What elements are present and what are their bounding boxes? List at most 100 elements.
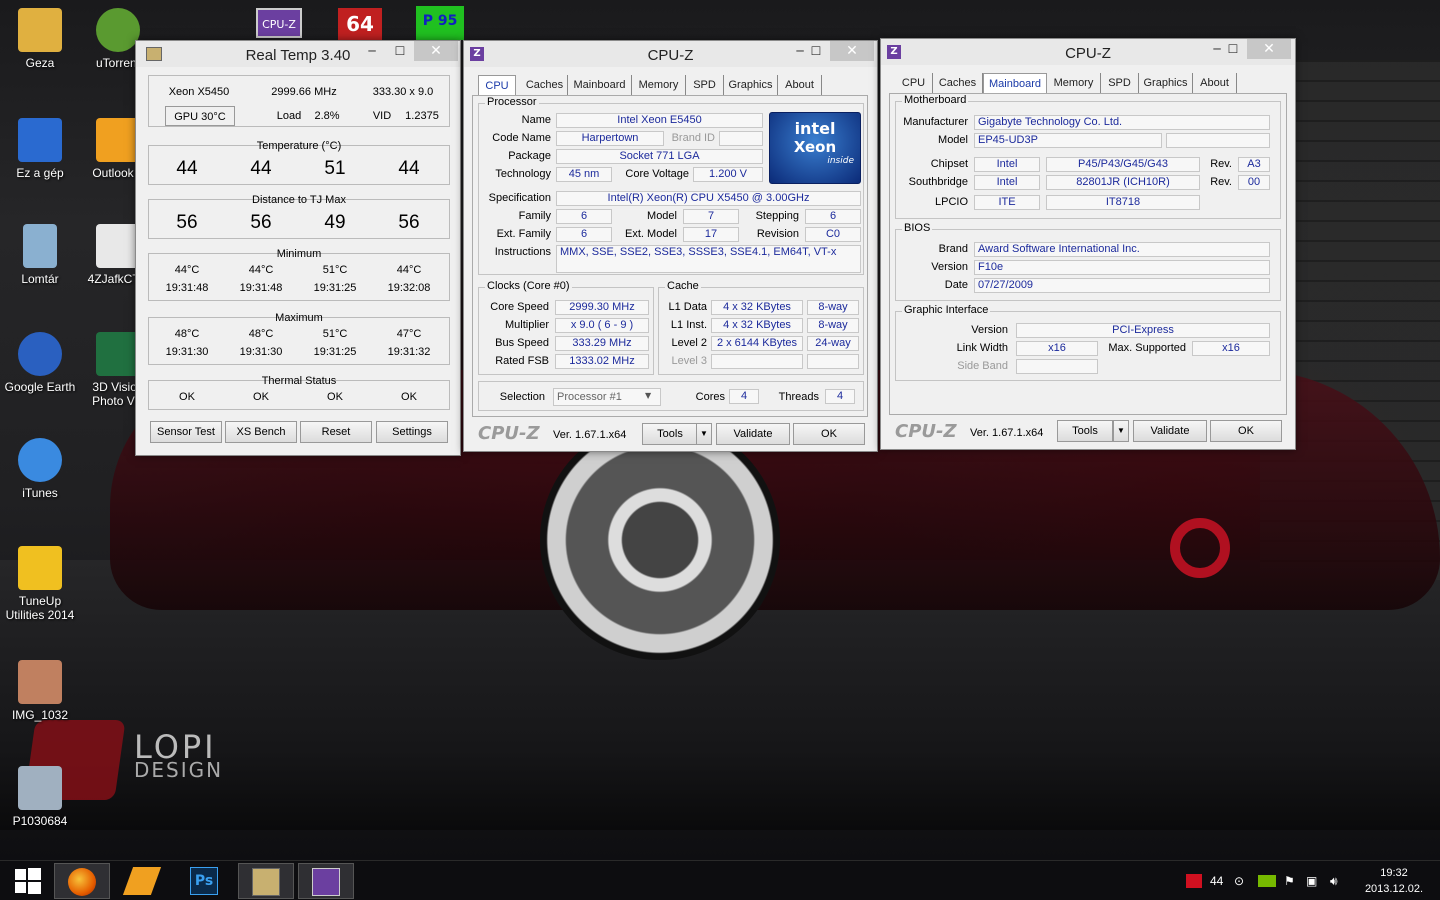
tab-mainboard[interactable]: Mainboard xyxy=(568,75,632,95)
field-label: Version xyxy=(931,261,968,273)
minimize-button[interactable]: ─ xyxy=(358,41,386,61)
tab-spd[interactable]: SPD xyxy=(686,75,724,95)
maximum-title: Maximum xyxy=(275,312,323,324)
core-speed-value: 2999.30 MHz xyxy=(555,300,649,315)
realtemp-titlebar[interactable]: Real Temp 3.40 ─ ☐ ✕ xyxy=(136,41,460,67)
distance-title: Distance to TJ Max xyxy=(252,194,346,206)
link-width-value: x16 xyxy=(1016,341,1098,356)
tray-chevron-icon[interactable]: ⊙ xyxy=(1234,861,1244,900)
model-value: EP45-UD3P xyxy=(974,133,1162,148)
l1-data-value: 4 x 32 KBytes xyxy=(711,300,803,315)
version-label: Ver. 1.67.1.x64 xyxy=(553,429,627,441)
realtemp-tray-icon[interactable] xyxy=(1186,874,1202,888)
core-temp: 44 xyxy=(250,158,272,179)
aida64-desktop-icon[interactable]: 64 xyxy=(338,8,382,40)
tab-mainboard[interactable]: Mainboard xyxy=(983,73,1047,93)
max-temp: 48°C xyxy=(248,328,274,340)
cpuz-titlebar[interactable]: Z CPU-Z ─ ☐ ✕ xyxy=(881,39,1295,65)
stepping-value: 6 xyxy=(805,209,861,224)
tools-dropdown-button[interactable]: ▼ xyxy=(1113,420,1129,442)
desktop-icon-google-earth[interactable]: Google Earth xyxy=(2,332,78,394)
close-button[interactable]: ✕ xyxy=(830,41,874,61)
chevron-down-icon[interactable]: ▼ xyxy=(645,391,651,400)
desktop-icon-geza[interactable]: Geza xyxy=(2,8,78,70)
temperature-title: Temperature (°C) xyxy=(256,140,342,152)
network-icon[interactable]: ▣ xyxy=(1306,861,1317,900)
tools-button[interactable]: Tools xyxy=(642,423,698,445)
min-time: 19:31:48 xyxy=(165,282,209,294)
xs-bench-button[interactable]: XS Bench xyxy=(225,421,297,443)
maximize-button[interactable]: ☐ xyxy=(802,41,830,61)
field-label: Specification xyxy=(488,192,551,204)
family-value: 6 xyxy=(556,209,612,224)
desktop-icon-recycle-bin[interactable]: Lomtár xyxy=(2,224,78,286)
tools-dropdown-button[interactable]: ▼ xyxy=(696,423,712,445)
realtemp-window[interactable]: Real Temp 3.40 ─ ☐ ✕ Xeon X5450 2999.66 … xyxy=(135,40,461,456)
tab-memory[interactable]: Memory xyxy=(632,75,686,95)
desktop-icon-tuneup[interactable]: TuneUp Utilities 2014 xyxy=(2,546,78,622)
tab-cpu[interactable]: CPU xyxy=(895,73,933,93)
validate-button[interactable]: Validate xyxy=(1133,420,1207,442)
tab-caches[interactable]: Caches xyxy=(933,73,983,93)
close-button[interactable]: ✕ xyxy=(1247,39,1291,59)
taskbar-firefox[interactable] xyxy=(54,863,110,899)
field-label: Brand ID xyxy=(671,132,715,144)
gpu-temp-field[interactable]: GPU 30°C xyxy=(165,106,235,126)
tab-about[interactable]: About xyxy=(778,75,822,95)
taskbar-realtemp[interactable] xyxy=(238,863,294,899)
tab-memory[interactable]: Memory xyxy=(1047,73,1101,93)
taskbar-winamp[interactable] xyxy=(114,863,170,899)
desktop-icon-img1032[interactable]: IMG_1032 xyxy=(2,660,78,722)
taskbar-photoshop[interactable]: Ps xyxy=(176,863,232,899)
cpu-mhz: 2999.66 MHz xyxy=(271,86,337,98)
field-label: LPCIO xyxy=(934,196,968,208)
cpuz-mainboard-window[interactable]: Z CPU-Z ─ ☐ ✕ CPU Caches Mainboard Memor… xyxy=(880,38,1296,450)
field-label: Cores xyxy=(695,391,725,403)
tab-cpu[interactable]: CPU xyxy=(478,75,516,95)
min-temp: 44°C xyxy=(396,264,422,276)
thermal-status-value: OK xyxy=(327,391,343,403)
multiplier-value: x 9.0 ( 6 - 9 ) xyxy=(555,318,649,333)
tab-caches[interactable]: Caches xyxy=(522,75,568,95)
start-button[interactable] xyxy=(0,863,56,899)
volume-icon[interactable]: 🔊︎ xyxy=(1330,861,1338,900)
distance-box: Distance to TJ Max 56 56 49 56 xyxy=(148,194,450,239)
reset-button[interactable]: Reset xyxy=(300,421,372,443)
tab-about[interactable]: About xyxy=(1193,73,1237,93)
ext-model-value: 17 xyxy=(683,227,739,242)
tools-button[interactable]: Tools xyxy=(1057,420,1113,442)
maximize-button[interactable]: ☐ xyxy=(1219,39,1247,59)
close-button[interactable]: ✕ xyxy=(414,41,458,61)
desktop-icon-p1030684[interactable]: P1030684 xyxy=(2,766,78,828)
processor-group: Processor Name Intel Xeon E5450 Code Nam… xyxy=(478,96,864,275)
ok-button[interactable]: OK xyxy=(793,423,865,445)
bios-brand-value: Award Software International Inc. xyxy=(974,242,1270,257)
model-rev-value xyxy=(1166,133,1270,148)
sensor-test-button[interactable]: Sensor Test xyxy=(150,421,222,443)
cpuz-titlebar[interactable]: Z CPU-Z ─ ☐ ✕ xyxy=(464,41,877,67)
flag-icon[interactable]: ⚑ xyxy=(1284,861,1295,900)
maximize-button[interactable]: ☐ xyxy=(386,41,414,61)
validate-button[interactable]: Validate xyxy=(716,423,790,445)
desktop-icon-this-pc[interactable]: Ez a gép xyxy=(2,118,78,180)
cpuz-cpu-window[interactable]: Z CPU-Z ─ ☐ ✕ CPU Caches Mainboard Memor… xyxy=(463,40,878,452)
prime95-desktop-icon[interactable]: P 95 xyxy=(416,6,464,40)
bios-version-value: F10e xyxy=(974,260,1270,275)
clock[interactable]: 19:32 2013.12.02. xyxy=(1356,865,1432,897)
core-distance: 56 xyxy=(176,212,198,233)
tab-graphics[interactable]: Graphics xyxy=(724,75,778,95)
ok-button[interactable]: OK xyxy=(1210,420,1282,442)
nvidia-tray-icon[interactable] xyxy=(1258,875,1276,887)
cpuz-desktop-icon[interactable]: CPU-Z xyxy=(256,8,302,38)
technology-value: 45 nm xyxy=(556,167,612,182)
settings-button[interactable]: Settings xyxy=(376,421,448,443)
field-label: L1 Data xyxy=(668,301,707,313)
taskbar-cpuz[interactable] xyxy=(298,863,354,899)
tab-graphics[interactable]: Graphics xyxy=(1139,73,1193,93)
tab-spd[interactable]: SPD xyxy=(1101,73,1139,93)
chipset-value: P45/P43/G45/G43 xyxy=(1046,157,1200,172)
tray-temperature[interactable]: 44 xyxy=(1210,861,1223,900)
desktop-icon-label: IMG_1032 xyxy=(11,708,69,722)
desktop-icon-itunes[interactable]: iTunes xyxy=(2,438,78,500)
desktop-icon-label: Lomtár xyxy=(21,272,59,286)
